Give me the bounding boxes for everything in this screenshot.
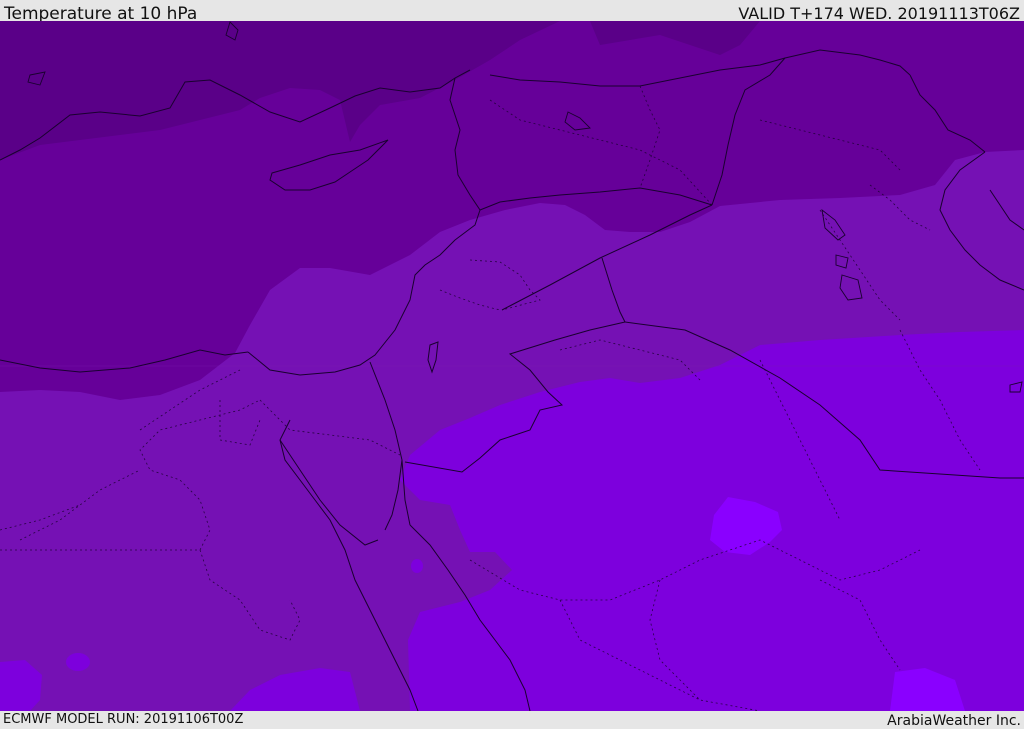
- model-run-label: ECMWF MODEL RUN: 20191106T00Z: [3, 712, 244, 727]
- temperature-map[interactable]: [0, 21, 1024, 711]
- footer-bar: ECMWF MODEL RUN: 20191106T00Z ArabiaWeat…: [0, 711, 1024, 729]
- map-panel[interactable]: [0, 21, 1024, 711]
- band-bright-spot: [66, 653, 90, 671]
- credit-label: ArabiaWeather Inc.: [887, 713, 1021, 729]
- header-bar: Temperature at 10 hPa VALID T+174 WED. 2…: [0, 0, 1024, 24]
- band-bright-spot-2: [411, 559, 423, 573]
